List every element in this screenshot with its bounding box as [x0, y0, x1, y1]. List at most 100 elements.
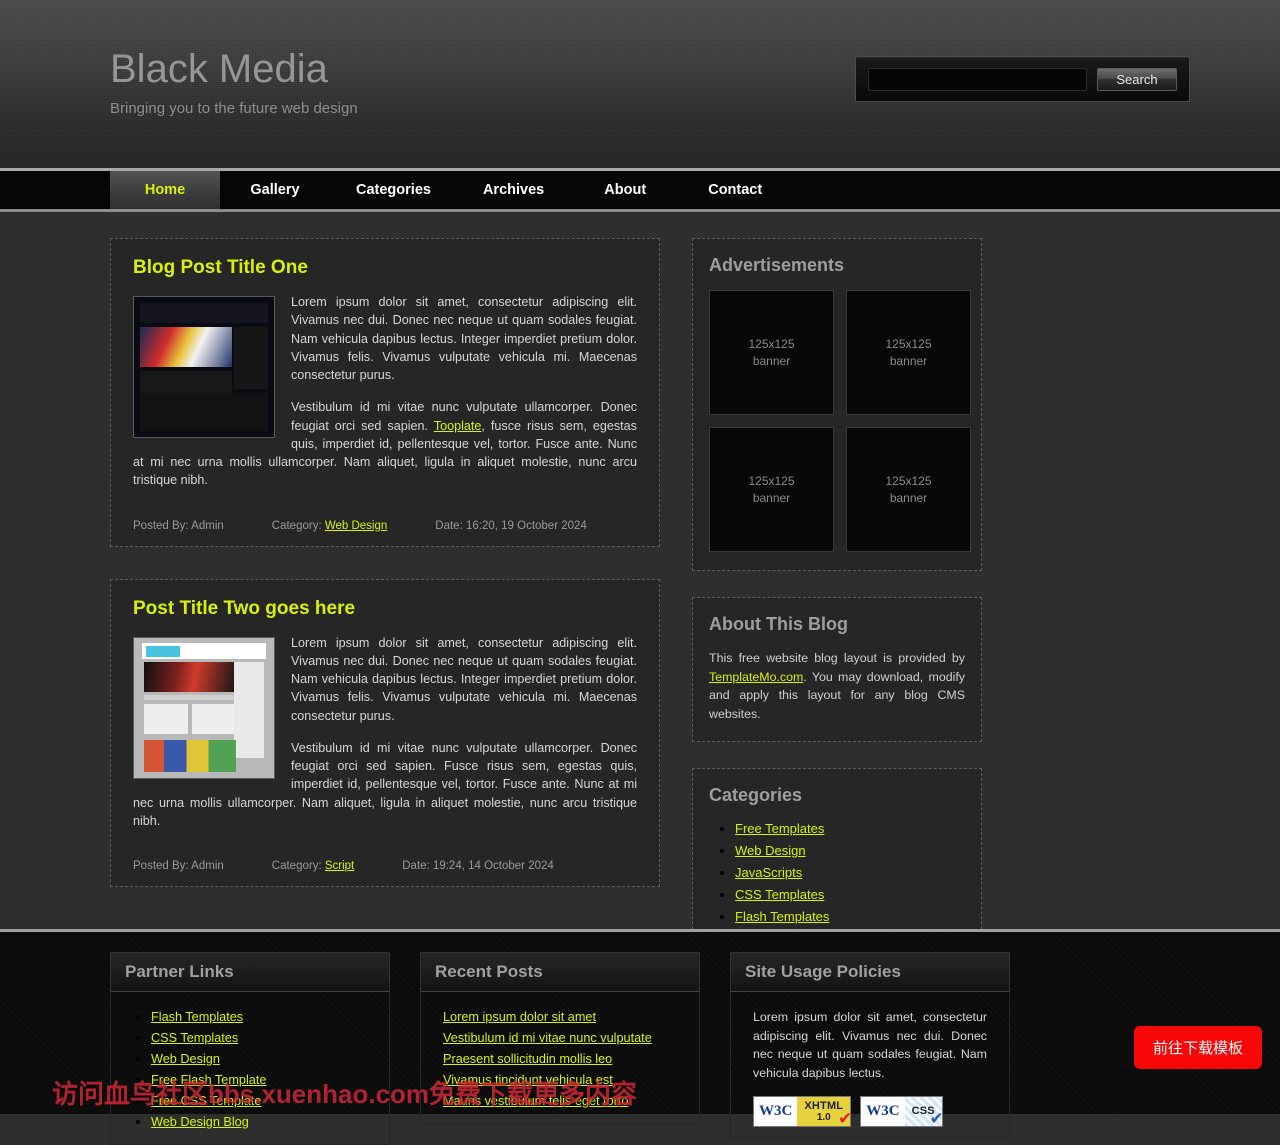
footer-recent-posts: Recent Posts Lorem ipsum dolor sit amet V… — [420, 952, 700, 1145]
list-item: Free Flash Template — [151, 1071, 375, 1089]
ad-caption: banner — [889, 490, 928, 505]
recent-post-link[interactable]: Vestibulum id mi vitae nunc vulputate — [443, 1031, 652, 1045]
sidebar: Advertisements 125x125 banner 125x125 banne… — [692, 238, 982, 950]
templatemo-link[interactable]: TemplateMo.com — [709, 670, 803, 684]
site-title: Black Media — [110, 47, 328, 91]
category-link[interactable]: Web Design — [325, 520, 387, 532]
ad-caption: banner — [752, 353, 791, 368]
list-item: Free CSS Template — [151, 1092, 375, 1110]
post-thumbnail-image[interactable] — [133, 636, 275, 779]
categories-list: Free Templates Web Design JavaScripts CSS T… — [709, 820, 965, 926]
recent-posts-list: Lorem ipsum dolor sit amet Vestibulum id … — [435, 1008, 685, 1110]
partner-links-title: Partner Links — [110, 952, 390, 992]
nav-item-categories[interactable]: Categories — [330, 171, 457, 209]
post-author: Posted By: Admin — [133, 860, 224, 872]
site-tagline: Bringing you to the future web design — [110, 100, 358, 117]
post-date: Date: 16:20, 19 October 2024 — [435, 519, 587, 532]
recent-posts-title: Recent Posts — [420, 952, 700, 992]
main-content: Blog Post Title One Lorem ipsum dolor si… — [90, 212, 1190, 950]
list-item: Vivamus tincidunt vehicula est — [443, 1071, 685, 1089]
list-item: Flash Templates — [735, 908, 965, 926]
list-item: Flash Templates — [151, 1008, 375, 1026]
ad-banner[interactable]: 125x125 banner — [846, 290, 971, 415]
ad-size: 125x125 — [885, 337, 932, 352]
ad-caption: banner — [752, 490, 791, 505]
categories-title: Categories — [709, 785, 803, 806]
ad-banner[interactable]: 125x125 banner — [846, 427, 971, 552]
list-item: Web Design Blog — [151, 1113, 375, 1131]
partner-link[interactable]: Flash Templates — [151, 1010, 243, 1024]
post-title[interactable]: Blog Post Title One — [133, 257, 637, 279]
about-blog-block: About This Blog This free website blog l… — [692, 597, 982, 743]
post-title[interactable]: Post Title Two goes here — [133, 598, 637, 620]
recent-post-link[interactable]: Vivamus tincidunt vehicula est — [443, 1073, 613, 1087]
partner-link[interactable]: Free CSS Template — [151, 1094, 261, 1108]
category-label: Category: — [271, 860, 322, 872]
about-blog-title: About This Blog — [709, 614, 848, 634]
tooplate-link[interactable]: Tooplate — [434, 419, 482, 433]
main-navigation: Home Gallery Categories Archives About Contac… — [0, 168, 1280, 212]
badge-version: 1.0 — [816, 1112, 831, 1124]
list-item: Free Templates — [735, 820, 965, 838]
category-link[interactable]: CSS Templates — [735, 887, 824, 902]
download-template-button[interactable]: 前往下载模板 — [1133, 1026, 1262, 1069]
recent-post-link[interactable]: Praesent sollicitudin mollis leo — [443, 1052, 612, 1066]
nav-item-archives[interactable]: Archives — [457, 171, 570, 209]
category-label: Category: — [271, 519, 322, 532]
list-item: Web Design — [735, 842, 965, 860]
about-text-before: This free website blog layout is provide… — [709, 651, 965, 665]
post-author: Posted By: Admin — [133, 519, 224, 532]
w3c-xhtml-badge[interactable]: W3C XHTML 1.0 ✔ — [753, 1096, 852, 1128]
recent-post-link[interactable]: Lorem ipsum dolor sit amet — [443, 1010, 596, 1024]
nav-item-about[interactable]: About — [570, 171, 680, 209]
list-item: Mauris vestibulum felis eget torto — [443, 1092, 685, 1110]
partner-link[interactable]: Free Flash Template — [151, 1073, 266, 1087]
post-meta: Posted By: Admin Category: Script Date: … — [133, 844, 637, 872]
site-footer: Partner Links Flash Templates CSS Templat… — [0, 929, 1280, 1145]
partner-link[interactable]: Web Design Blog — [151, 1115, 249, 1129]
categories-block: Categories Free Templates Web Design JavaS… — [692, 768, 982, 950]
validation-badges: W3C XHTML 1.0 ✔ W3C CSS ✔ — [745, 1082, 995, 1128]
recent-post-link[interactable]: Mauris vestibulum felis eget torto — [443, 1094, 628, 1108]
category-link[interactable]: Web Design — [735, 843, 806, 858]
w3c-css-badge[interactable]: W3C CSS ✔ — [860, 1096, 944, 1128]
advertisements-block: Advertisements 125x125 banner 125x125 banne… — [692, 238, 982, 571]
post-thumbnail-image[interactable] — [133, 296, 275, 438]
ad-caption: banner — [889, 353, 928, 368]
category-link[interactable]: Flash Templates — [735, 909, 829, 924]
footer-partner-links: Partner Links Flash Templates CSS Templat… — [110, 952, 390, 1145]
list-item: CSS Templates — [151, 1029, 375, 1047]
search-form: Search — [855, 56, 1190, 102]
post-meta: Posted By: Admin Category: Web Design Da… — [133, 504, 637, 532]
category-link[interactable]: Script — [325, 860, 354, 872]
site-usage-title: Site Usage Policies — [730, 952, 1010, 992]
footer-site-usage: Site Usage Policies Lorem ipsum dolor si… — [730, 952, 1010, 1145]
search-input[interactable] — [868, 67, 1087, 91]
posts-column: Blog Post Title One Lorem ipsum dolor si… — [110, 238, 660, 929]
ad-banner[interactable]: 125x125 banner — [709, 427, 834, 552]
site-header: Black Media Bringing you to the future w… — [0, 0, 1280, 168]
ad-size: 125x125 — [748, 337, 795, 352]
advertisements-title: Advertisements — [709, 255, 845, 275]
search-button[interactable]: Search — [1097, 67, 1177, 91]
ad-banner[interactable]: 125x125 banner — [709, 290, 834, 415]
category-link[interactable]: Free Templates — [735, 821, 824, 836]
site-usage-text: Lorem ipsum dolor sit amet, consectetur … — [753, 1010, 987, 1080]
post-category: Category: Script — [272, 860, 354, 872]
ad-size: 125x125 — [748, 474, 795, 489]
post-category: Category: Web Design — [272, 520, 388, 532]
post-date: Date: 19:24, 14 October 2024 — [402, 860, 554, 872]
blog-post: Post Title Two goes here Lorem ipsum dol… — [110, 578, 660, 887]
category-link[interactable]: JavaScripts — [735, 865, 802, 880]
list-item: Web Design — [151, 1050, 375, 1068]
about-blog-text: This free website blog layout is provide… — [709, 649, 965, 723]
list-item: Lorem ipsum dolor sit amet — [443, 1008, 685, 1026]
nav-item-gallery[interactable]: Gallery — [220, 171, 330, 209]
nav-item-home[interactable]: Home — [110, 171, 220, 209]
partner-link[interactable]: CSS Templates — [151, 1031, 238, 1045]
partner-link[interactable]: Web Design — [151, 1052, 220, 1066]
w3c-logo: W3C — [754, 1097, 798, 1127]
list-item: JavaScripts — [735, 864, 965, 882]
ad-size: 125x125 — [885, 474, 932, 489]
nav-item-contact[interactable]: Contact — [680, 171, 790, 209]
